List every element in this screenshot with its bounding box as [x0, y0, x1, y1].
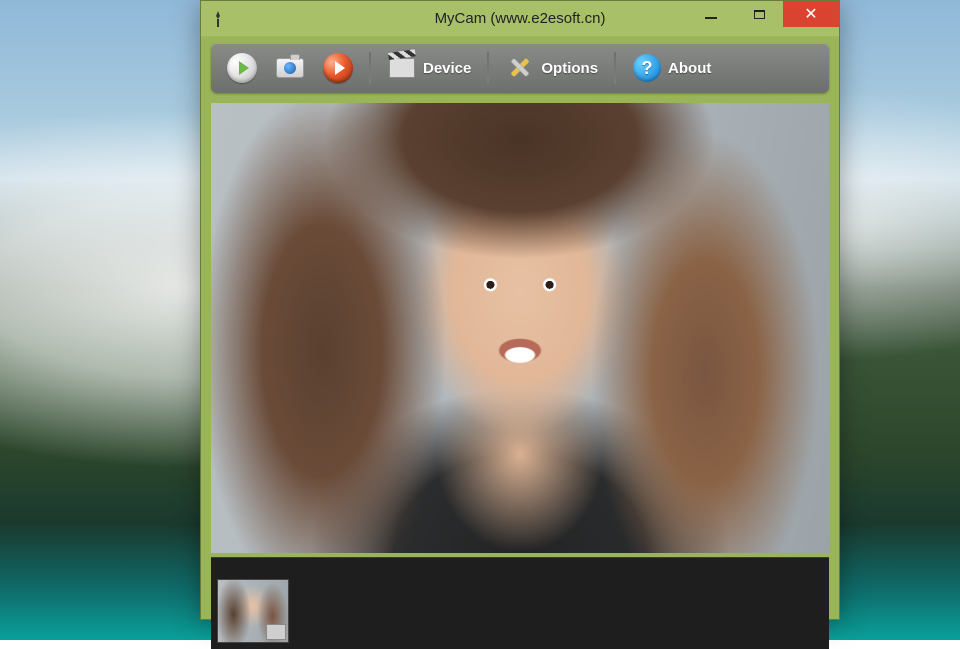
record-button[interactable]: [317, 49, 359, 87]
options-button[interactable]: Options: [499, 49, 604, 87]
maximize-icon: [754, 10, 765, 19]
camera-feed-image: [211, 103, 829, 553]
close-button[interactable]: ✕: [783, 1, 839, 27]
titlebar[interactable]: MyCam (www.e2esoft.cn) ✕: [201, 1, 839, 37]
play-icon: [227, 53, 257, 83]
toolbar-separator: [487, 52, 489, 84]
window-controls: ✕: [687, 1, 839, 29]
video-frame: [211, 103, 829, 553]
about-button[interactable]: ? About: [626, 49, 717, 87]
minimize-icon: [705, 17, 717, 19]
app-icon: [209, 10, 227, 28]
maximize-button[interactable]: [735, 1, 783, 27]
toolbar-separator: [614, 52, 616, 84]
clapperboard-icon: [387, 53, 417, 83]
record-icon: [323, 53, 353, 83]
snapshot-button[interactable]: [269, 49, 311, 87]
divider: [211, 557, 829, 558]
camera-icon: [275, 53, 305, 83]
app-window: MyCam (www.e2esoft.cn) ✕ Device Options: [200, 0, 840, 620]
help-icon: ?: [632, 53, 662, 83]
toolbar: Device Options ? About: [211, 43, 829, 93]
close-icon: ✕: [804, 4, 817, 24]
device-label: Device: [423, 60, 471, 77]
thumbnail-strip: [211, 557, 829, 649]
media-type-icon: [266, 624, 286, 640]
play-button[interactable]: [221, 49, 263, 87]
toolbar-separator: [369, 52, 371, 84]
video-preview: [211, 103, 829, 553]
options-label: Options: [541, 60, 598, 77]
snapshot-thumbnail[interactable]: [217, 579, 289, 643]
device-button[interactable]: Device: [381, 49, 477, 87]
minimize-button[interactable]: [687, 1, 735, 27]
tools-icon: [505, 53, 535, 83]
about-label: About: [668, 60, 711, 77]
